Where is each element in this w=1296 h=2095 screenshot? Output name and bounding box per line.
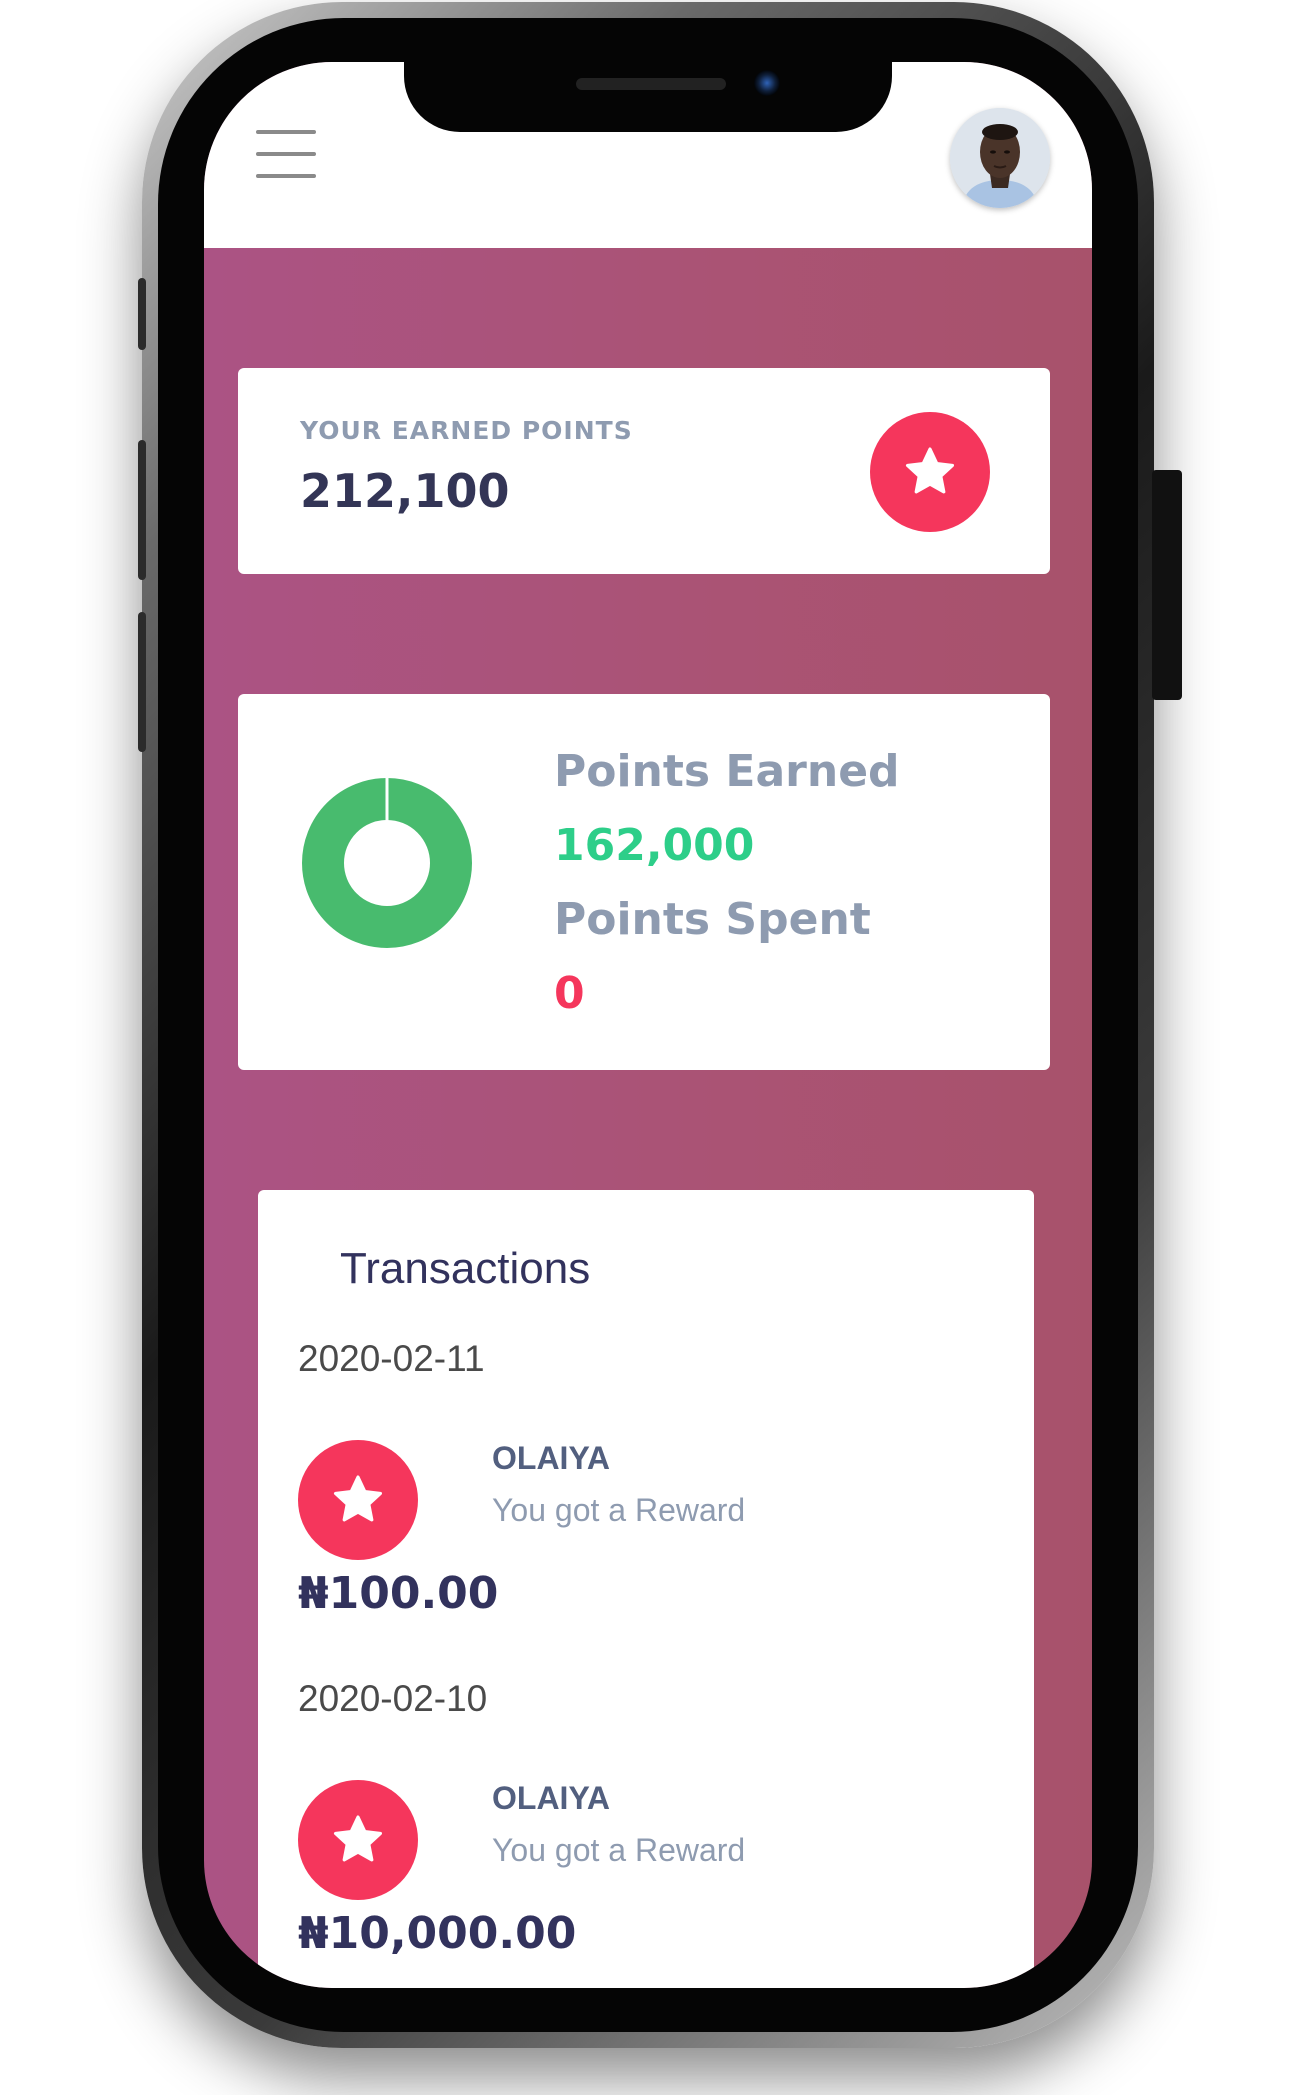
transaction-description: You got a Reward (492, 1492, 746, 1528)
points-spent-value: 0 (554, 968, 585, 1019)
mute-switch (138, 278, 146, 350)
earned-points-label: YOUR EARNED POINTS (300, 416, 633, 445)
star-icon (870, 412, 990, 532)
transaction-date: 2020-02-10 (298, 1678, 488, 1719)
points-stats-card: Points Earned 162,000 Points Spent 0 (238, 694, 1050, 1070)
star-glyph (333, 1475, 383, 1522)
transactions-title: Transactions (340, 1244, 591, 1293)
star-icon (298, 1780, 418, 1900)
transaction-merchant: OLAIYA (492, 1780, 610, 1816)
power-button (1152, 470, 1182, 700)
app-screen: YOUR EARNED POINTS 212,100 Points Earned… (204, 62, 1092, 1988)
transactions-card: Transactions 2020-02-11 OLAIYA You got a… (258, 1190, 1034, 1988)
points-spent-label: Points Spent (554, 894, 871, 945)
transaction-merchant: OLAIYA (492, 1440, 610, 1476)
points-earned-value: 162,000 (554, 820, 755, 871)
star-glyph (333, 1815, 383, 1862)
points-donut-chart (302, 778, 472, 948)
transaction-amount: ₦100.00 (298, 1568, 499, 1619)
points-earned-label: Points Earned (554, 746, 900, 797)
transaction-description: You got a Reward (492, 1832, 746, 1868)
transaction-date: 2020-02-11 (298, 1338, 485, 1379)
avatar-portrait (950, 108, 1050, 208)
menu-bar (256, 152, 316, 156)
transaction-amount: ₦10,000.00 (298, 1908, 577, 1959)
speaker-grille (576, 78, 726, 90)
phone-notch (404, 62, 892, 132)
volume-up-button (138, 440, 146, 580)
earned-points-value: 212,100 (300, 464, 510, 518)
user-avatar[interactable] (950, 108, 1050, 208)
volume-down-button (138, 612, 146, 752)
front-camera (754, 70, 780, 96)
menu-bar (256, 130, 316, 134)
hamburger-menu-icon[interactable] (256, 130, 316, 178)
star-glyph (905, 447, 955, 494)
earned-points-card: YOUR EARNED POINTS 212,100 (238, 368, 1050, 574)
menu-bar (256, 174, 316, 178)
star-icon (298, 1440, 418, 1560)
